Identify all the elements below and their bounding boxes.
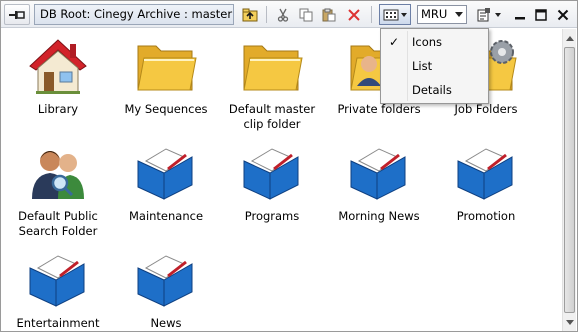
item-label: Programs [244,209,300,223]
item-label: News [150,316,182,330]
item-label: Job Folders [454,102,518,116]
minimize-icon [515,16,525,19]
minimize-button[interactable] [511,4,529,25]
menu-item-list[interactable]: List [381,55,488,77]
menu-item-label: Details [412,83,452,97]
folder-item-news[interactable]: News [113,248,219,331]
folder-icon [134,34,198,98]
up-folder-icon [242,8,258,21]
scroll-down-button[interactable] [563,315,576,329]
chevron-down-icon [455,12,463,17]
item-label: Default master clip folder [228,102,316,131]
book-icon [134,248,198,312]
up-folder-button[interactable] [239,4,261,25]
close-icon [557,9,569,20]
toolbar-separator [266,6,267,23]
properties-icon [477,7,490,21]
scroll-thumb[interactable] [564,47,575,313]
folder-item-promotion[interactable]: Promotion [433,141,539,224]
pin-button[interactable] [4,4,30,25]
properties-button[interactable] [475,4,503,25]
toolbar: DB Root: Cinegy Archive : master (12 MRU [1,1,577,28]
mru-label: MRU [421,7,448,21]
location-title[interactable]: DB Root: Cinegy Archive : master (12 [34,4,234,25]
scroll-up-button[interactable] [563,31,576,45]
maximize-icon [535,8,547,21]
chevron-down-icon [495,12,501,17]
close-button[interactable] [554,4,572,25]
maximize-button[interactable] [532,4,550,25]
menu-item-label: Icons [412,35,443,49]
copy-icon [299,8,313,21]
chevron-down-icon [401,12,407,17]
item-label: Promotion [456,209,516,223]
checkmark-icon: ✓ [389,35,400,49]
vertical-scrollbar[interactable] [562,29,576,331]
chevron-up-icon [565,35,574,41]
item-label: Entertainment [16,316,100,330]
item-label: My Sequences [124,102,208,116]
house-icon [26,34,90,98]
folder-item-morning-news[interactable]: Morning News [326,141,432,224]
toolbar-separator [371,6,372,23]
folder-item-entertainment[interactable]: Entertainment [5,248,111,331]
item-label: Private folders [337,102,421,116]
view-mode-menu: ✓ Icons List Details [380,28,489,104]
folder-icon [240,34,304,98]
menu-item-label: List [412,59,433,73]
paste-icon [322,8,336,21]
folder-item-default-public-search-folder[interactable]: Default Public Search Folder [5,141,111,239]
item-label: Library [37,102,79,116]
cut-button[interactable] [273,4,293,25]
book-icon [240,141,304,205]
pin-icon [9,10,25,19]
folder-item-programs[interactable]: Programs [219,141,325,224]
item-label: Default Public Search Folder [18,209,98,238]
paste-button[interactable] [319,4,339,25]
folder-item-default-master-clip-folder[interactable]: Default master clip folder [219,34,325,132]
view-grid-icon [383,9,399,20]
item-label: Morning News [338,209,420,223]
book-icon [26,248,90,312]
delete-x-icon [348,8,360,21]
book-icon [134,141,198,205]
menu-item-details[interactable]: Details [381,79,488,101]
view-mode-button[interactable] [379,4,411,25]
people-search-icon [26,141,90,205]
scissors-icon [277,8,289,22]
item-label: Maintenance [128,209,204,223]
folder-item-my-sequences[interactable]: My Sequences [113,34,219,117]
copy-button[interactable] [296,4,316,25]
archive-window: DB Root: Cinegy Archive : master (12 MRU… [0,0,578,332]
folder-item-library[interactable]: Library [5,34,111,117]
delete-button[interactable] [344,4,364,25]
folder-item-maintenance[interactable]: Maintenance [113,141,219,224]
book-icon [347,141,411,205]
mru-dropdown[interactable]: MRU [417,5,467,24]
menu-item-icons[interactable]: ✓ Icons [381,31,488,53]
book-icon [454,141,518,205]
chevron-down-icon [565,319,574,325]
